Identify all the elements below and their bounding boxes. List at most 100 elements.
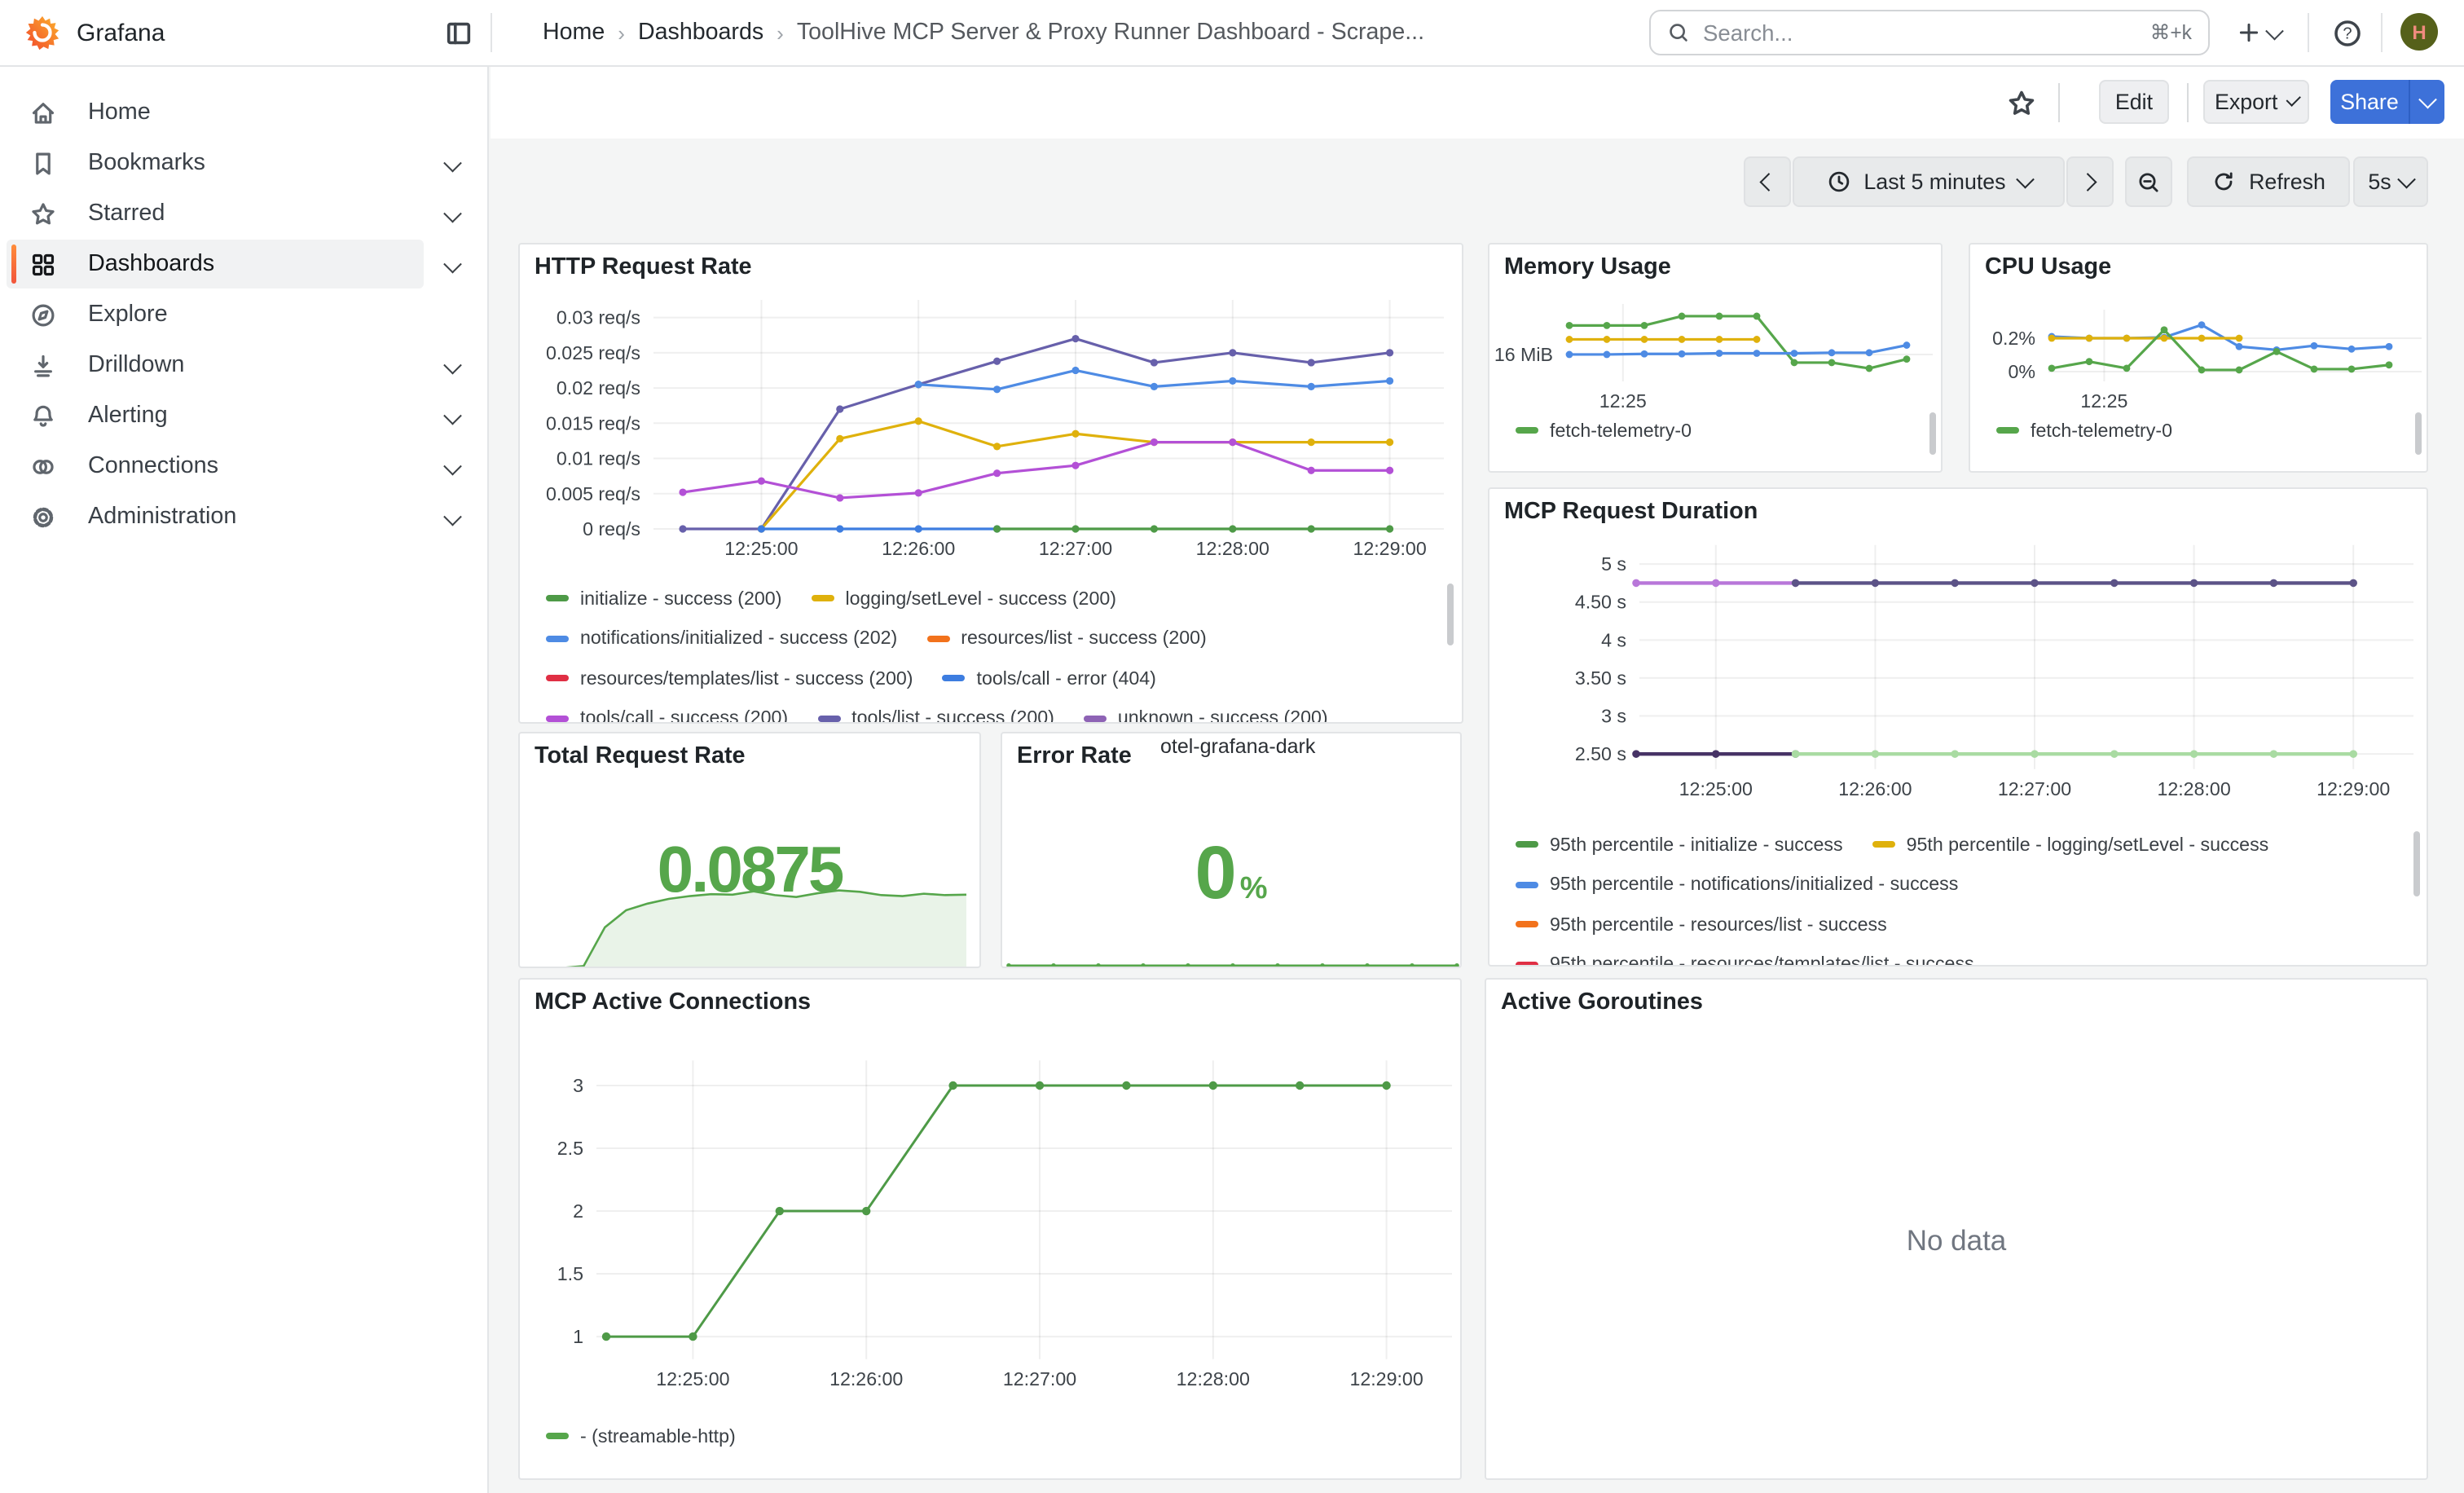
legend-item[interactable]: resources/templates/list - success (200)	[546, 668, 913, 689]
panel-title[interactable]: Memory Usage	[1504, 254, 1671, 280]
series-point	[1712, 579, 1720, 588]
sidebar-link-drilldown[interactable]: Drilldown	[7, 341, 424, 390]
refresh-interval-picker[interactable]: 5s	[2353, 156, 2428, 207]
series-line	[683, 443, 1390, 498]
sidebar-expand-alerting[interactable]	[446, 409, 458, 421]
series-point	[2198, 321, 2206, 328]
legend-item[interactable]: fetch-telemetry-0	[1516, 421, 1692, 442]
panel-title[interactable]: Error Rate	[1017, 743, 1132, 769]
zoom-out-icon	[2136, 169, 2161, 195]
panel-title[interactable]: HTTP Request Rate	[535, 254, 752, 280]
legend-item[interactable]: 95th percentile - resources/templates/li…	[1516, 954, 1974, 966]
y-axis-tick-label: 2.5	[557, 1138, 583, 1159]
panel-title[interactable]: Active Goroutines	[1501, 989, 1703, 1015]
help-button[interactable]: ?	[2330, 16, 2363, 49]
legend-item[interactable]: tools/call - error (404)	[943, 668, 1156, 689]
legend-item[interactable]: tools/list - success (200)	[817, 708, 1054, 723]
favorite-star-button[interactable]	[2003, 85, 2039, 121]
sidebar-expand-dashboards[interactable]	[446, 258, 458, 270]
time-forward-button[interactable]	[2066, 156, 2114, 207]
legend-swatch-icon	[811, 596, 834, 602]
sidebar-link-starred[interactable]: Starred	[7, 189, 424, 238]
legend-item[interactable]: initialize - success (200)	[546, 588, 781, 610]
chevron-down-icon	[2016, 170, 2033, 187]
sidebar-expand-starred[interactable]	[446, 207, 458, 219]
sidebar-expand-administration[interactable]	[446, 510, 458, 522]
sidebar-link-connections[interactable]: Connections	[7, 442, 424, 491]
legend-item[interactable]: notifications/initialized - success (202…	[546, 628, 897, 650]
legend-item[interactable]: tools/call - success (200)	[546, 708, 788, 723]
series-point	[1071, 462, 1079, 469]
legend-label: fetch-telemetry-0	[1550, 421, 1692, 442]
gear-icon	[29, 503, 57, 531]
breadcrumb-item[interactable]: Dashboards	[638, 20, 763, 46]
series-point	[2311, 366, 2318, 373]
legend-item[interactable]: resources/list - success (200)	[926, 628, 1207, 650]
zoom-out-button[interactable]	[2125, 156, 2172, 207]
series-point	[1951, 750, 1959, 758]
series-point	[836, 494, 843, 501]
sidebar-link-home[interactable]: Home	[7, 88, 424, 137]
grafana-logo-icon[interactable]	[24, 15, 60, 51]
sidebar-expand-bookmarks[interactable]	[446, 156, 458, 169]
panel-title[interactable]: Total Request Rate	[535, 743, 746, 769]
drilldown-icon	[29, 351, 57, 379]
legend-scrollbar[interactable]	[2415, 412, 2422, 455]
legend-item[interactable]: 95th percentile - logging/setLevel - suc…	[1872, 835, 2269, 856]
sidebar-link-explore[interactable]: Explore	[7, 290, 424, 339]
time-range-picker[interactable]: Last 5 minutes	[1793, 156, 2065, 207]
sidebar-toggle-button[interactable]	[443, 18, 473, 47]
export-button[interactable]: Export	[2203, 80, 2309, 124]
breadcrumb-item[interactable]: ToolHive MCP Server & Proxy Runner Dashb…	[797, 20, 1424, 46]
series-point	[2198, 335, 2206, 342]
sidebar-item-bookmarks: Bookmarks	[7, 139, 481, 187]
brand-name[interactable]: Grafana	[77, 19, 165, 46]
series-point	[1209, 1081, 1217, 1090]
breadcrumb-item[interactable]: Home	[543, 20, 605, 46]
x-axis-tick-label: 12:27:00	[1039, 538, 1112, 559]
share-button[interactable]: Share	[2330, 80, 2409, 124]
series-point	[1386, 377, 1393, 385]
legend-swatch-icon	[1996, 428, 2019, 434]
legend-scrollbar[interactable]	[1929, 412, 1936, 455]
legend-item[interactable]: unknown - success (200)	[1084, 708, 1328, 723]
legend-item[interactable]: logging/setLevel - success (200)	[811, 588, 1116, 610]
legend-scrollbar[interactable]	[1446, 584, 1454, 645]
series-point	[1141, 963, 1146, 968]
series-point	[2236, 335, 2243, 342]
sidebar-link-alerting[interactable]: Alerting	[7, 391, 424, 440]
share-dropdown-button[interactable]	[2409, 80, 2444, 124]
time-back-button[interactable]	[1744, 156, 1791, 207]
series-point	[2161, 335, 2168, 342]
series-point	[1151, 359, 1158, 366]
panel-title[interactable]: CPU Usage	[1985, 254, 2111, 280]
sidebar-link-dashboards[interactable]: Dashboards	[7, 240, 424, 288]
chevron-down-icon	[443, 457, 460, 474]
series-point	[2386, 343, 2393, 350]
series-point	[1866, 349, 1873, 356]
panel-title[interactable]: MCP Active Connections	[535, 989, 811, 1015]
legend-scrollbar[interactable]	[2413, 831, 2420, 896]
series-point	[2270, 750, 2278, 758]
add-button[interactable]	[2229, 16, 2288, 49]
legend-item[interactable]: - (streamable-http)	[546, 1426, 736, 1447]
error-rate-unit: %	[1240, 872, 1268, 908]
legend-item[interactable]: 95th percentile - resources/list - succe…	[1516, 914, 1887, 936]
sidebar-expand-drilldown[interactable]	[446, 359, 458, 371]
refresh-button[interactable]: Refresh	[2187, 156, 2350, 207]
legend-item[interactable]: 95th percentile - notifications/initiali…	[1516, 874, 1958, 896]
sidebar-link-administration[interactable]: Administration	[7, 492, 424, 541]
sidebar-expand-connections[interactable]	[446, 460, 458, 472]
panel-title[interactable]: MCP Request Duration	[1504, 499, 1758, 525]
legend-item[interactable]: fetch-telemetry-0	[1996, 421, 2172, 442]
edit-button[interactable]: Edit	[2099, 80, 2169, 124]
brand: Grafana	[24, 0, 165, 65]
sidebar-link-bookmarks[interactable]: Bookmarks	[7, 139, 424, 187]
series-point	[1632, 750, 1640, 758]
user-avatar[interactable]: H	[2400, 13, 2438, 51]
legend-item[interactable]: 95th percentile - initialize - success	[1516, 835, 1843, 856]
series-point	[1791, 350, 1798, 357]
panel-cpu-usage: CPU Usage 0.2%0%12:25 fetch-telemetry-0	[1969, 243, 2428, 473]
search-input[interactable]: Search... ⌘+k	[1649, 10, 2210, 55]
x-axis-tick-label: 12:25:00	[656, 1368, 729, 1390]
